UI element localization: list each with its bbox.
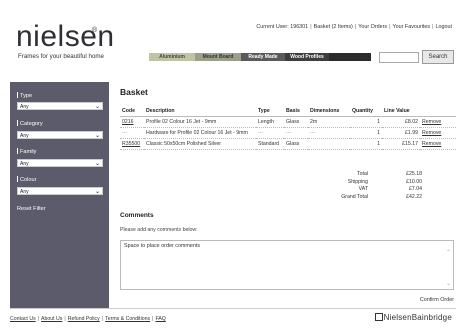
col-code: Code <box>120 106 144 117</box>
col-dimensions: Dimensions <box>308 106 350 117</box>
nielsen-logo[interactable]: nielsen <box>16 22 115 52</box>
category-wood-profiles[interactable]: Wood Profiles <box>285 53 329 61</box>
search-input[interactable] <box>379 52 419 63</box>
cell-type: Length <box>256 116 284 128</box>
table-row: 0216 Profile 02 Colour 16 Jet - 9mm Leng… <box>120 116 456 128</box>
cell-basis: --- <box>284 127 308 139</box>
filter-label-type: Type <box>17 92 32 99</box>
total-row: Total £25.18 <box>357 171 422 177</box>
filter-sidebar: Type Any ⌄ Category Any ⌄ Family Any ⌄ Colo… <box>10 82 109 308</box>
top-nav: Current User: 196301 | Basket (2 Items) | Yo… <box>256 24 452 30</box>
col-actions <box>420 106 456 117</box>
faq-link[interactable]: FAQ <box>155 316 165 322</box>
chevron-down-icon: ⌄ <box>94 161 100 167</box>
scroll-up-icon[interactable]: ⌃ <box>446 249 451 256</box>
filter-select-family[interactable]: Any ⌄ <box>17 159 103 167</box>
brand-logo: NielsenBainbridge <box>374 313 452 322</box>
category-ready-made[interactable]: Ready Made <box>241 53 285 61</box>
remove-button[interactable]: Remove <box>420 116 456 128</box>
scroll-down-icon[interactable]: ⌄ <box>446 280 451 287</box>
registered-mark: ® <box>92 27 98 34</box>
filter-select-colour[interactable]: Any ⌄ <box>17 187 103 195</box>
chevron-down-icon: ⌄ <box>94 133 100 139</box>
page: nielsen ® Frames for your beautiful home… <box>0 0 456 329</box>
col-description: Description <box>144 106 256 117</box>
tagline: Frames for your beautiful home <box>18 53 104 60</box>
your-favourites-link[interactable]: Your Favourites <box>393 24 431 30</box>
logout-link[interactable]: Logout <box>436 24 453 30</box>
cell-basis: Glass <box>284 116 308 128</box>
basket-table: Code Description Type Basis Dimensions Q… <box>120 106 456 150</box>
table-row: R35500 Classic 50x50cm Polished Silver S… <box>120 138 456 150</box>
cell-quantity: 1 <box>350 116 382 128</box>
cell-type: Standard <box>256 138 284 150</box>
cell-code: --- <box>120 127 144 139</box>
current-user: Current User: 196301 <box>256 24 309 30</box>
cell-line-value: £15.17 <box>382 138 420 150</box>
cell-quantity: 1 <box>350 127 382 139</box>
filter-label-category: Category <box>17 120 43 127</box>
cell-dimensions: --- <box>308 127 350 139</box>
cell-code[interactable]: 0216 <box>120 116 144 128</box>
remove-button[interactable]: Remove <box>420 138 456 150</box>
cell-quantity: 1 <box>350 138 382 150</box>
table-row: --- Hardware for Profile 02 Colour 16 Je… <box>120 127 456 139</box>
shipping-row: Shipping £10.00 <box>347 178 422 185</box>
chevron-down-icon: ⌄ <box>94 104 100 110</box>
table-header-row: Code Description Type Basis Dimensions Q… <box>120 106 456 117</box>
vat-row: VAT £7.04 <box>358 186 422 192</box>
comments-help: Please add any comments below: <box>120 227 198 233</box>
category-bar: Aluminium Mount Board Ready Made Wood Pr… <box>149 53 371 61</box>
cell-description: Classic 50x50cm Polished Silver <box>144 138 256 150</box>
cell-description: Hardware for Profile 02 Colour 16 Jet - … <box>144 127 256 139</box>
footer-links: Contact Us | About Us | Refund Policy | Terms … <box>10 316 166 322</box>
cell-line-value: £8.02 <box>382 116 420 128</box>
cell-code[interactable]: R35500 <box>120 138 144 150</box>
basket-title: Basket <box>120 87 148 97</box>
footer-divider <box>10 308 456 309</box>
filter-label-family: Family <box>17 148 36 155</box>
category-mount-board[interactable]: Mount Board <box>195 53 241 61</box>
terms-link[interactable]: Terms & Conditions <box>105 316 150 322</box>
search-button[interactable]: Search <box>422 50 454 64</box>
reset-filter-link[interactable]: Reset Filter <box>17 206 46 212</box>
brand-mark-icon <box>374 313 383 321</box>
grand-total-row: Grand Total £42.22 <box>341 193 422 200</box>
comments-value: Space to place order comments <box>124 243 201 249</box>
contact-us-link[interactable]: Contact Us <box>10 316 36 322</box>
chevron-down-icon: ⌄ <box>94 189 100 195</box>
refund-policy-link[interactable]: Refund Policy <box>68 316 100 322</box>
category-aluminium[interactable]: Aluminium <box>149 53 195 61</box>
col-basis: Basis <box>284 106 308 117</box>
cell-type: --- <box>256 127 284 139</box>
cell-dimensions <box>308 138 350 150</box>
totals: Total £25.18 Shipping £10.00 VAT £7.04 Gran… <box>300 171 422 201</box>
remove-button[interactable]: Remove <box>420 127 456 139</box>
filter-label-colour: Colour <box>17 176 36 183</box>
your-orders-link[interactable]: Your Orders <box>358 24 387 30</box>
confirm-order-button[interactable]: Confirm Order <box>420 297 454 303</box>
cell-dimensions: 2m <box>308 116 350 128</box>
col-quantity: Quantity <box>350 106 382 117</box>
basket-link[interactable]: Basket (2 Items) <box>314 24 353 30</box>
filter-select-type[interactable]: Any ⌄ <box>17 102 103 110</box>
cell-basis: Glass <box>284 138 308 150</box>
comments-textarea[interactable]: Space to place order comments ⌃ ⌄ <box>120 240 454 290</box>
filter-select-category[interactable]: Any ⌄ <box>17 131 103 139</box>
col-type: Type <box>256 106 284 117</box>
about-us-link[interactable]: About Us <box>41 316 62 322</box>
cell-line-value: £1.99 <box>382 127 420 139</box>
col-line-value: Line Value <box>382 106 420 117</box>
comments-title: Comments <box>120 212 154 219</box>
cell-description: Profile 02 Colour 16 Jet - 9mm <box>144 116 256 128</box>
